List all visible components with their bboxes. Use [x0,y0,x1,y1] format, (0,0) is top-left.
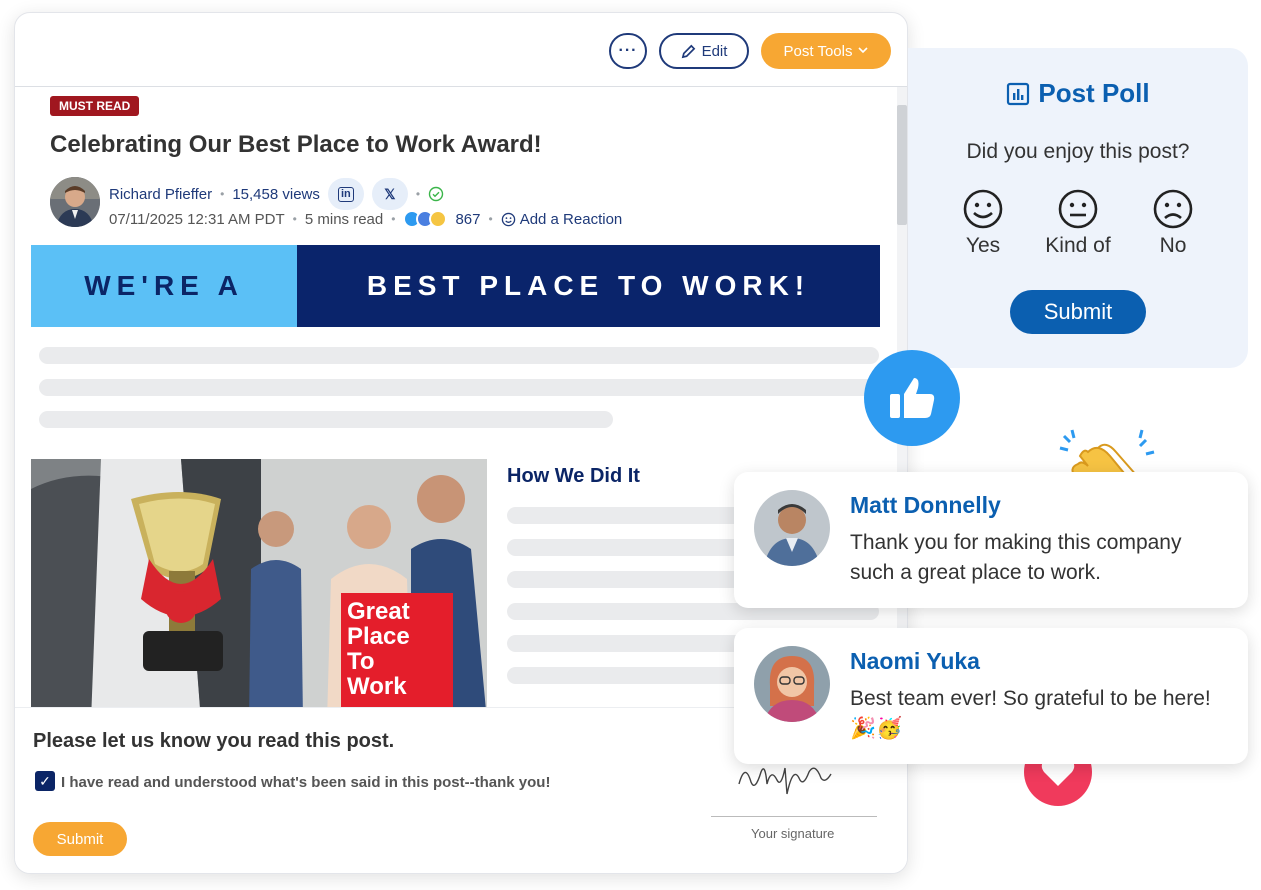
poll-option-label: No [1159,234,1187,257]
logo-text-line: Great [347,598,410,625]
happy-face-icon [963,189,1003,229]
post-title: Celebrating Our Best Place to Work Award… [50,131,542,158]
separator-dot: • [391,212,396,226]
post-toolbar: ··· Edit Post Tools [15,13,907,87]
post-tools-label: Post Tools [783,42,853,60]
x-share-button[interactable]: 𝕏 [371,178,408,210]
poll-submit-button[interactable]: Submit [1010,290,1146,334]
separator-dot: • [292,212,297,226]
scrollbar-thumb[interactable] [897,105,907,225]
poll-option-yes[interactable]: Yes [933,188,1033,258]
post-date: 07/11/2025 12:31 AM PDT [109,210,285,228]
thumbs-up-icon [890,378,935,418]
more-options-button[interactable]: ··· [609,33,647,69]
chevron-down-icon [858,47,869,54]
must-read-badge: MUST READ [50,96,140,116]
read-confirmation-checkbox[interactable]: ✓ [35,771,55,791]
signature-label: Your signature [751,826,835,841]
commenter-photo [754,490,830,566]
poll-option-label: Kind of [1045,234,1111,257]
text-placeholder-line [39,347,879,364]
x-icon: 𝕏 [384,185,396,202]
commenter-avatar[interactable] [754,646,830,722]
commenter-name[interactable]: Naomi Yuka [850,648,980,675]
logo-text-line: To [347,648,375,675]
neutral-face-icon [1058,189,1098,229]
verified-check-icon [428,186,444,202]
reaction-icons[interactable] [403,210,448,228]
comment-text: Best team ever! So grateful to be here! … [850,687,1211,740]
commenter-name[interactable]: Matt Donnelly [850,492,1001,519]
commenter-photo [754,646,830,722]
sad-face-icon [1153,189,1193,229]
logo-text-line: Place [347,623,410,650]
like-reaction-bubble [864,350,960,446]
banner-right-text: BEST PLACE TO WORK! [297,245,880,327]
author-avatar[interactable] [50,177,100,227]
post-tools-button[interactable]: Post Tools [761,33,891,69]
logo-text-line: Work [347,673,407,700]
award-photo: Great Place To Work [31,459,487,721]
poll-title-text: Post Poll [1038,78,1150,108]
signature-line[interactable] [711,816,877,817]
award-banner: WE'RE A BEST PLACE TO WORK! [31,245,880,327]
text-placeholder-line [39,379,879,396]
separator-dot: • [415,187,421,201]
reaction-count: 867 [455,210,481,228]
separator-dot: • [488,212,493,226]
checkbox-label[interactable]: I have read and understood what's been s… [61,774,550,791]
author-name-link[interactable]: Richard Pfieffer [109,186,212,203]
poll-title: Post Poll [908,78,1248,109]
bar-chart-icon [1007,82,1030,105]
smiley-icon [501,212,515,226]
author-photo [50,177,100,227]
text-placeholder-line [39,411,613,428]
poll-option-label: Yes [965,234,1001,257]
banner-left-text: WE'RE A [31,245,297,327]
comment-text: Thank you for making this company such a… [850,531,1182,584]
linkedin-share-button[interactable]: in [327,178,364,210]
clap-reaction-icon [429,210,448,228]
comment-card: Matt Donnelly Thank you for making this … [734,472,1248,608]
confirmation-title: Please let us know you read this post. [33,730,395,752]
poll-question: Did you enjoy this post? [966,140,1190,163]
confirm-submit-button[interactable]: Submit [33,822,127,856]
section-heading: How We Did It [507,465,640,487]
edit-button-label: Edit [701,42,728,60]
view-count: 15,458 views [232,185,320,203]
great-place-to-work-logo: Great Place To Work [341,593,453,713]
poll-option-no[interactable]: No [1123,188,1223,258]
poll-option-kind-of[interactable]: Kind of [1028,188,1128,258]
separator-dot: • [220,187,225,201]
edit-button[interactable]: Edit [659,33,749,69]
add-reaction-link[interactable]: Add a Reaction [520,211,623,228]
comment-card: Naomi Yuka Best team ever! So grateful t… [734,628,1248,764]
author-meta-row: Richard Pfieffer • 15,458 views in 𝕏 • [109,178,444,210]
commenter-avatar[interactable] [754,490,830,566]
post-details-row: 07/11/2025 12:31 AM PDT • 5 mins read • … [109,210,622,228]
read-time: 5 mins read [304,210,384,228]
linkedin-icon: in [337,186,354,202]
post-poll-panel: Post Poll Did you enjoy this post? Yes K… [908,48,1248,368]
signature-scribble [738,767,832,795]
pencil-icon [681,44,695,58]
